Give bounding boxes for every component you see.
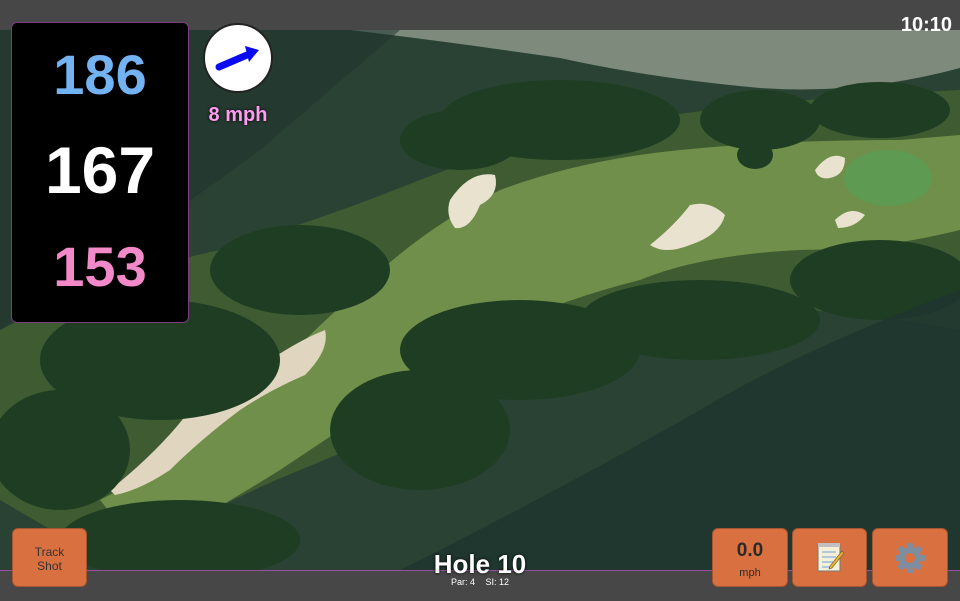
hole-info: Par: 4 SI: 12 — [380, 577, 580, 587]
track-shot-label-line2: Shot — [37, 559, 62, 573]
yardage-panel: 186 167 153 — [11, 22, 189, 323]
wind-direction-indicator — [203, 23, 273, 93]
speed-button[interactable]: 0.0 mph — [712, 528, 788, 587]
wind-speed: 8 mph — [208, 104, 268, 126]
notes-button[interactable] — [792, 528, 867, 587]
track-shot-label-line1: Track — [34, 545, 65, 559]
hole-title: Hole 10 — [433, 549, 527, 579]
notepad-icon — [817, 543, 845, 572]
gear-icon — [895, 543, 925, 573]
track-shot-button[interactable]: Track Shot — [12, 528, 87, 587]
clock-time: 10:10 — [900, 14, 952, 36]
hole-stroke-index: SI: 12 — [485, 577, 510, 587]
settings-button[interactable] — [872, 528, 948, 587]
back-yardage: 186 — [53, 43, 147, 106]
middle-yardage: 167 — [44, 133, 156, 207]
speed-value: 0.0 — [736, 540, 764, 561]
hole-par: Par: 4 — [450, 577, 475, 587]
arrow-icon — [215, 46, 259, 71]
front-yardage: 153 — [53, 235, 147, 298]
speed-unit: mph — [739, 567, 761, 579]
